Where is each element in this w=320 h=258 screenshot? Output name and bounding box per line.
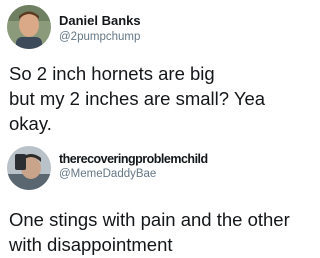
tweet-text-line: okay. (9, 113, 52, 134)
avatar[interactable] (7, 5, 51, 49)
display-name[interactable]: Daniel Banks (59, 13, 141, 28)
display-name[interactable]: therecoveringproblemchild (59, 152, 208, 166)
tweet-text-line: So 2 inch hornets are big (9, 63, 215, 84)
tweet-text: So 2 inch hornets are big but my 2 inche… (9, 61, 265, 136)
tweet-text-line: but my 2 inches are small? Yea (9, 88, 266, 109)
user-handle[interactable]: @2pumpchump (59, 31, 140, 43)
tweet-text-line: with disappointment (9, 234, 173, 255)
tweet-text-line: One stings with pain and the other (9, 209, 290, 230)
user-handle[interactable]: @MemeDaddyBae (59, 168, 156, 180)
avatar-image (7, 146, 51, 190)
avatar[interactable] (7, 146, 51, 190)
tweet-text: One stings with pain and the other with … (9, 207, 290, 257)
avatar-image (7, 5, 51, 49)
